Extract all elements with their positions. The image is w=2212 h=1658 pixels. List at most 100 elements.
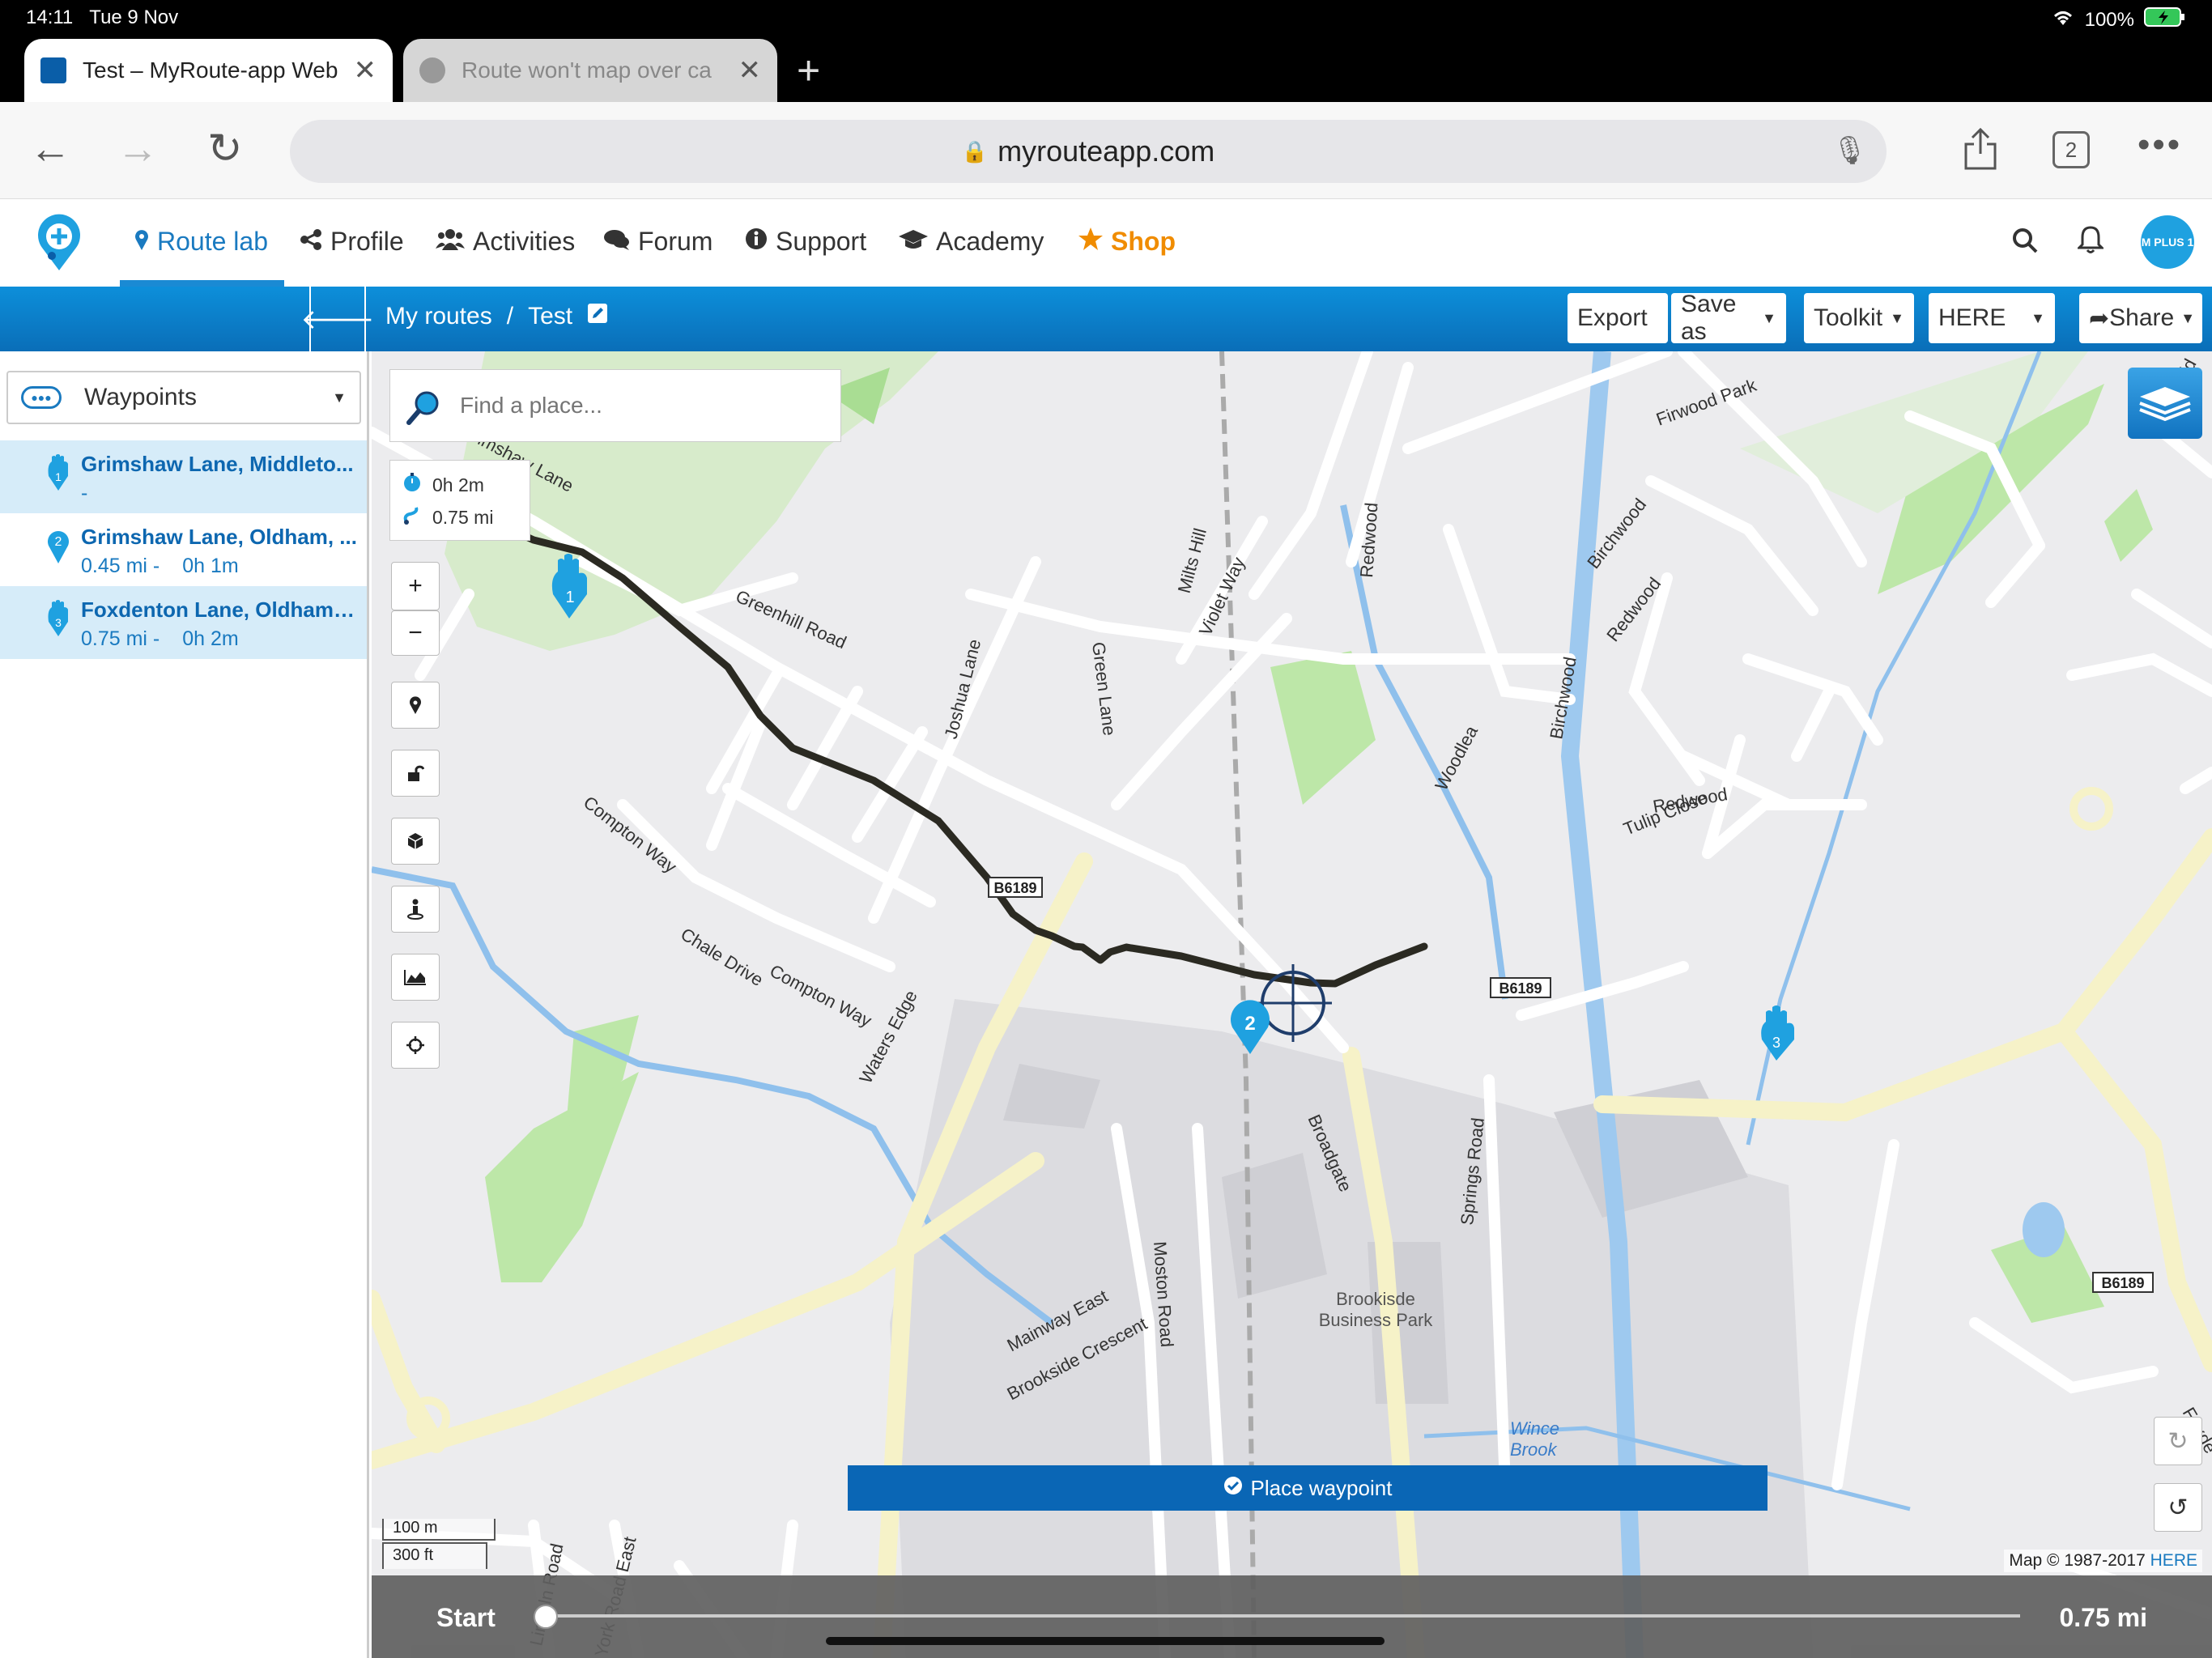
label-greenhill-road: Greenhill Road bbox=[733, 586, 849, 653]
route-time: 0h 2m bbox=[432, 474, 484, 495]
route-progress-bar: Start 0.75 mi bbox=[372, 1575, 2212, 1658]
more-options-icon[interactable]: ••• bbox=[2138, 125, 2182, 165]
label-woodlea: Woodlea bbox=[1431, 722, 1482, 794]
comments-icon bbox=[604, 227, 630, 257]
map-canvas[interactable]: Grimshaw Lane Greenhill Road Joshua Lane… bbox=[372, 351, 2212, 1658]
waypoint-row-2[interactable]: 2 Grimshaw Lane, Oldham, ... 0.45 mi - 0h… bbox=[0, 513, 367, 586]
new-tab-icon[interactable]: + bbox=[797, 47, 820, 94]
browser-toolbar: ← → ↻ 🔒 myrouteapp.com 🎙 2 ••• bbox=[0, 102, 2212, 199]
user-avatar[interactable]: M PLUS 1 bbox=[2141, 215, 2194, 269]
waypoint-name: Foxdenton Lane, Oldham, ... bbox=[81, 597, 359, 622]
waypoint-distance: 0.75 mi - bbox=[81, 627, 160, 650]
save-as-dropdown[interactable]: Save as ▼ bbox=[1671, 291, 1786, 345]
unlock-button[interactable] bbox=[391, 750, 440, 797]
home-indicator bbox=[826, 1637, 1385, 1645]
waypoint-row-3[interactable]: 3 Foxdenton Lane, Oldham, ... 0.75 mi - 0… bbox=[0, 586, 367, 659]
toolkit-dropdown[interactable]: Toolkit ▼ bbox=[1804, 293, 1914, 343]
end-hand-icon: 3 bbox=[45, 599, 71, 644]
nav-profile[interactable]: Profile bbox=[300, 227, 404, 257]
address-bar[interactable]: 🔒 myrouteapp.com 🎙 bbox=[290, 120, 1887, 183]
elevation-profile-button[interactable] bbox=[391, 954, 440, 1001]
app-navigation: Route lab Profile Activities Forum Suppo… bbox=[0, 199, 2212, 287]
sidebar: ●●● Waypoints ▼ 1 Grimshaw Lane, Middlet… bbox=[0, 351, 369, 1658]
map-layers-button[interactable] bbox=[2128, 368, 2202, 439]
3d-view-button[interactable] bbox=[391, 818, 440, 865]
river bbox=[1340, 504, 1508, 1000]
cube-icon bbox=[407, 833, 423, 849]
forward-arrow-icon[interactable]: → bbox=[117, 125, 159, 173]
share-dropdown[interactable]: ➦ Share ▼ bbox=[2079, 293, 2202, 343]
find-place-search[interactable] bbox=[389, 369, 841, 442]
map-provider-dropdown[interactable]: HERE ▼ bbox=[1929, 293, 2055, 343]
status-bar: 14:11 Tue 9 Nov 100% bbox=[0, 0, 2212, 39]
breadcrumb: My routes / Test bbox=[385, 303, 608, 330]
globe-favicon-icon bbox=[419, 57, 445, 83]
check-circle-icon bbox=[1223, 1476, 1243, 1501]
myroute-logo[interactable] bbox=[34, 214, 84, 272]
notification-bell-icon[interactable] bbox=[2076, 225, 2105, 258]
zoom-in-button[interactable]: + bbox=[391, 562, 440, 610]
nav-activities[interactable]: Activities bbox=[436, 227, 575, 257]
active-nav-underline bbox=[120, 280, 284, 287]
waypoint-row-1[interactable]: 1 Grimshaw Lane, Middleto... - bbox=[0, 440, 367, 513]
progress-track[interactable] bbox=[547, 1614, 2020, 1618]
back-arrow-icon[interactable]: ← bbox=[29, 125, 71, 173]
browser-tab-inactive[interactable]: Route won't map over ca ✕ bbox=[403, 39, 777, 102]
breadcrumb-separator: / bbox=[506, 303, 514, 329]
close-tab-icon[interactable]: ✕ bbox=[354, 54, 377, 87]
label-milts-hill: Milts Hill bbox=[1174, 526, 1210, 596]
find-place-input[interactable] bbox=[458, 392, 815, 419]
here-link[interactable]: HERE bbox=[2150, 1551, 2197, 1570]
unlock-icon bbox=[408, 765, 424, 781]
svg-text:2: 2 bbox=[1244, 1013, 1255, 1035]
tab-count-button[interactable]: 2 bbox=[2052, 131, 2090, 168]
waypoint-name: Grimshaw Lane, Oldham, ... bbox=[81, 525, 357, 549]
microphone-icon[interactable]: 🎙 bbox=[1832, 134, 1867, 167]
scale-metric: 100 m bbox=[393, 1519, 438, 1537]
nav-shop[interactable]: Shop bbox=[1078, 227, 1176, 257]
url-text: myrouteapp.com bbox=[998, 134, 1215, 168]
breadcrumb-my-routes[interactable]: My routes bbox=[385, 303, 492, 330]
place-waypoint-button[interactable]: Place waypoint bbox=[848, 1465, 1767, 1511]
label-firwood-park: Firwood Park bbox=[1653, 375, 1759, 430]
undo-button[interactable]: ↺ bbox=[2154, 1483, 2202, 1532]
progress-slider-handle[interactable] bbox=[534, 1605, 558, 1629]
nav-academy[interactable]: Academy bbox=[899, 227, 1044, 257]
map-scale: 100 m 300 ft bbox=[381, 1517, 496, 1571]
share-arrow-icon: ➦ bbox=[2089, 304, 2110, 332]
waypoint-distance: - bbox=[81, 482, 88, 504]
label-business-park: Brookisde bbox=[1336, 1289, 1415, 1309]
export-button[interactable]: Export bbox=[1568, 293, 1668, 343]
layers-icon bbox=[2139, 387, 2191, 422]
svg-text:1: 1 bbox=[55, 470, 62, 483]
edit-icon[interactable] bbox=[587, 303, 608, 330]
browser-tab-active[interactable]: Test – MyRoute-app Web ✕ bbox=[24, 39, 393, 102]
scale-imperial: 300 ft bbox=[393, 1546, 434, 1564]
sidebar-view-select[interactable]: ●●● Waypoints ▼ bbox=[6, 371, 361, 424]
search-icon[interactable] bbox=[2011, 227, 2039, 258]
nav-route-lab[interactable]: Route lab bbox=[134, 227, 268, 257]
label-waters-edge: Waters Edge bbox=[855, 987, 921, 1086]
zoom-out-button[interactable]: − bbox=[391, 610, 440, 656]
map-copyright: Map © 1987-2017 HERE bbox=[2004, 1550, 2202, 1572]
nav-support[interactable]: Support bbox=[745, 227, 866, 257]
battery-percent: 100% bbox=[2084, 8, 2134, 31]
redo-button[interactable]: ↻ bbox=[2154, 1417, 2202, 1465]
location-pin-button[interactable] bbox=[391, 682, 440, 729]
close-tab-icon[interactable]: ✕ bbox=[738, 54, 762, 87]
nav-forum[interactable]: Forum bbox=[604, 227, 713, 257]
share-nodes-icon bbox=[300, 227, 322, 257]
reload-icon[interactable]: ↻ bbox=[207, 125, 243, 173]
street-view-button[interactable] bbox=[391, 886, 440, 933]
route-name[interactable]: Test bbox=[528, 303, 572, 330]
recenter-button[interactable] bbox=[391, 1022, 440, 1069]
crosshairs-icon bbox=[406, 1036, 424, 1054]
collapse-sidebar-arrow-icon[interactable]: 🡐 bbox=[300, 287, 375, 351]
roundabout bbox=[2069, 787, 2113, 831]
svg-text:1: 1 bbox=[565, 589, 574, 606]
label-redwood: Redwood bbox=[1356, 502, 1381, 578]
share-sheet-icon[interactable] bbox=[1963, 127, 1998, 174]
park-area bbox=[485, 1072, 639, 1282]
lock-icon: 🔒 bbox=[961, 138, 989, 164]
map-graphic: Grimshaw Lane Greenhill Road Joshua Lane… bbox=[372, 351, 2212, 1658]
